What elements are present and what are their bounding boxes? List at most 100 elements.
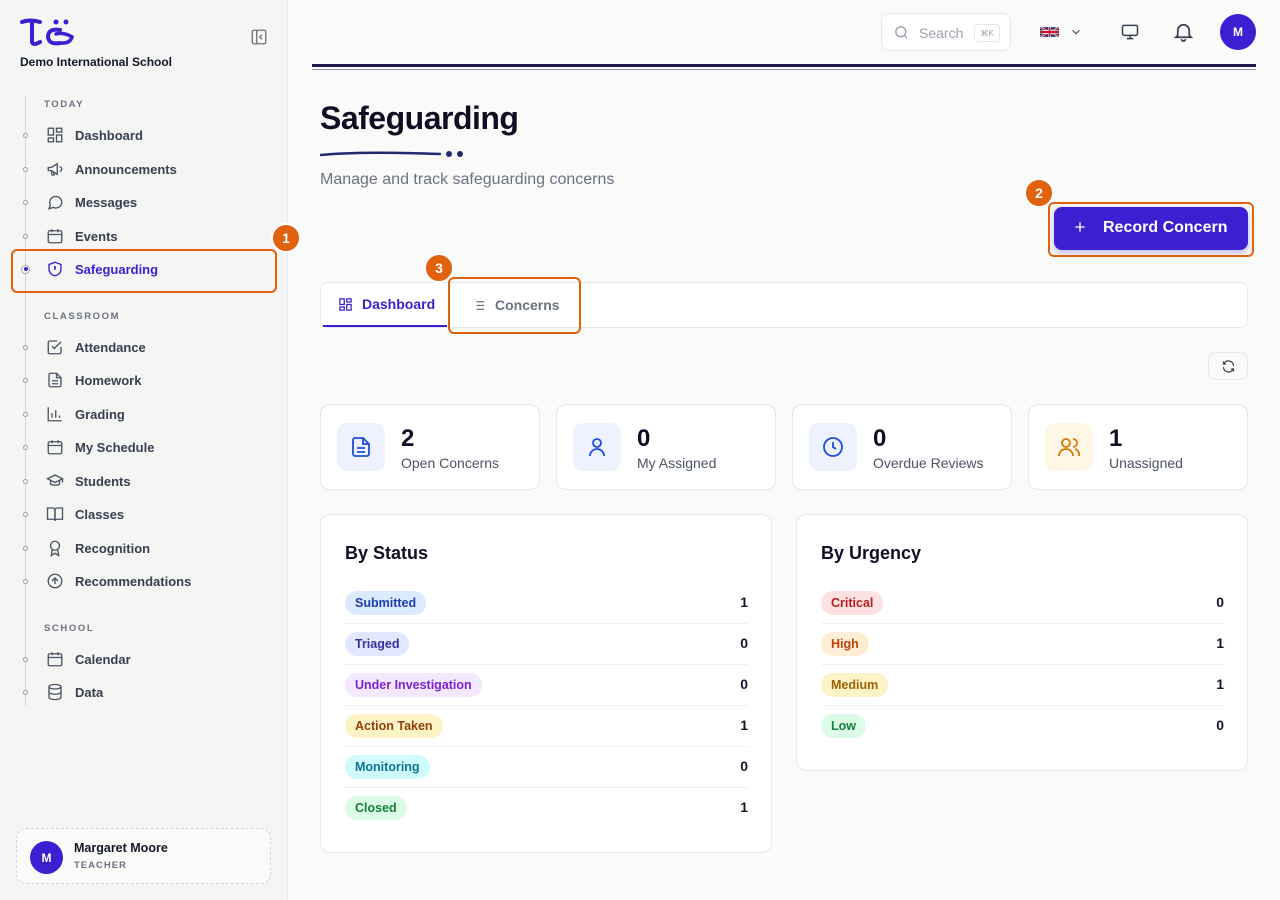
status-count: 1 — [740, 594, 748, 610]
monitor-icon[interactable] — [1120, 22, 1140, 42]
status-badge: Monitoring — [345, 755, 430, 779]
tab-label: Dashboard — [362, 296, 436, 312]
list-item: Low 0 — [821, 706, 1224, 747]
panel-title: By Status — [345, 543, 429, 563]
header-divider — [312, 64, 1256, 67]
annotation-box-safeguarding — [11, 249, 277, 293]
list-item: Under Investigation 0 — [345, 665, 748, 706]
sidebar-item-my-schedule[interactable]: My Schedule — [14, 431, 274, 463]
dashboard-icon — [47, 127, 63, 143]
stat-label: My Assigned — [637, 455, 717, 471]
sidebar-item-classes[interactable]: Classes — [14, 498, 274, 530]
sidebar-item-homework[interactable]: Homework — [14, 364, 274, 396]
uk-flag-icon[interactable] — [1040, 26, 1059, 38]
list-item: High 1 — [821, 624, 1224, 665]
header-divider-thin — [312, 69, 1256, 70]
sidebar-item-label: Recognition — [75, 540, 151, 556]
stat-value: 0 — [637, 425, 651, 452]
sidebar-item-label: Grading — [75, 406, 125, 422]
book-open-icon — [46, 507, 64, 521]
users-icon — [1058, 438, 1081, 457]
sidebar-item-announcements[interactable]: Announcements — [14, 153, 274, 185]
status-count: 0 — [740, 635, 748, 651]
sidebar-item-grading[interactable]: Grading — [14, 398, 274, 430]
status-count: 1 — [740, 799, 748, 815]
section-title-school: SCHOOL — [44, 623, 95, 634]
checkbox-icon — [47, 340, 62, 355]
stat-card-overdue-reviews: 0 Overdue Reviews — [792, 404, 1012, 490]
sidebar-item-label: Attendance — [75, 339, 146, 355]
list-item: Critical 0 — [821, 583, 1224, 624]
urgency-badge: Medium — [821, 673, 889, 697]
refresh-button[interactable] — [1208, 352, 1248, 380]
sidebar-item-attendance[interactable]: Attendance — [14, 331, 274, 363]
bell-icon[interactable] — [1172, 20, 1195, 43]
dashboard-icon — [339, 297, 352, 311]
sidebar-item-label: Dashboard — [75, 127, 143, 143]
search-shortcut: ⌘K — [974, 24, 1000, 42]
user-icon — [589, 438, 605, 457]
chevron-down-icon[interactable] — [1069, 25, 1083, 39]
sidebar-item-messages[interactable]: Messages — [14, 186, 274, 218]
sidebar-item-label: My Schedule — [75, 439, 155, 455]
user-profile-card[interactable]: M Margaret Moore TEACHER — [16, 828, 271, 884]
stat-label: Unassigned — [1109, 455, 1183, 471]
sidebar-item-label: Calendar — [75, 651, 131, 667]
by-urgency-panel: By Urgency Critical 0 High 1 Medium 1 Lo… — [796, 514, 1248, 771]
list-item: Medium 1 — [821, 665, 1224, 706]
annotation-box-concerns-tab — [448, 277, 581, 334]
file-text-icon — [48, 372, 62, 388]
urgency-count: 0 — [1216, 594, 1224, 610]
list-item: Action Taken 1 — [345, 706, 748, 747]
list-item: Triaged 0 — [345, 624, 748, 665]
sidebar-item-label: Classes — [75, 506, 125, 522]
sidebar-item-recommendations[interactable]: Recommendations — [14, 565, 274, 597]
urgency-badge: High — [821, 632, 869, 656]
by-status-panel: By Status Submitted 1 Triaged 0 Under In… — [320, 514, 772, 853]
annotation-badge-1: 1 — [271, 223, 301, 253]
status-count: 1 — [740, 717, 748, 733]
app-logo[interactable] — [20, 18, 74, 48]
user-name: Margaret Moore — [74, 841, 168, 855]
sidebar-item-calendar[interactable]: Calendar — [14, 643, 274, 675]
megaphone-icon — [47, 162, 63, 176]
panel-title: By Urgency — [821, 543, 922, 563]
tab-dashboard[interactable]: Dashboard — [323, 283, 447, 327]
school-name: Demo International School — [20, 55, 173, 69]
urgency-count: 1 — [1216, 635, 1224, 651]
arrow-up-circle-icon — [47, 573, 63, 589]
clock-icon — [823, 437, 843, 457]
document-icon — [352, 437, 370, 457]
status-badge: Action Taken — [345, 714, 443, 738]
status-badge: Triaged — [345, 632, 410, 656]
search-box[interactable]: Search ⌘K — [881, 13, 1011, 51]
sidebar-item-dashboard[interactable]: Dashboard — [14, 119, 274, 151]
section-title-today: TODAY — [44, 99, 85, 110]
sidebar-item-events[interactable]: Events — [14, 220, 274, 252]
sidebar-item-recognition[interactable]: Recognition — [14, 532, 274, 564]
user-role: TEACHER — [74, 860, 127, 871]
search-placeholder: Search — [919, 25, 964, 41]
top-user-avatar[interactable]: M — [1220, 14, 1256, 50]
status-badge: Closed — [345, 796, 407, 820]
sidebar-item-label: Messages — [75, 194, 138, 210]
status-badge: Submitted — [345, 591, 427, 615]
stat-value: 1 — [1109, 425, 1123, 452]
status-count: 0 — [740, 676, 748, 692]
sidebar-item-data[interactable]: Data — [14, 676, 274, 708]
stat-value: 2 — [401, 425, 415, 452]
bar-chart-icon — [47, 407, 62, 422]
message-icon — [47, 195, 63, 210]
urgency-badge: Critical — [821, 591, 884, 615]
annotation-badge-3: 3 — [424, 253, 454, 283]
sidebar: Demo International School TODAY Dashboar… — [0, 0, 288, 900]
urgency-count: 1 — [1216, 676, 1224, 692]
list-item: Monitoring 0 — [345, 747, 748, 788]
refresh-icon — [1222, 360, 1235, 373]
sidebar-item-students[interactable]: Students — [14, 465, 274, 497]
calendar-grid-icon — [47, 229, 63, 244]
search-icon — [895, 26, 908, 39]
collapse-sidebar-icon[interactable] — [250, 28, 268, 46]
page-subtitle: Manage and track safeguarding concerns — [320, 171, 615, 188]
sidebar-item-label: Announcements — [75, 161, 177, 177]
